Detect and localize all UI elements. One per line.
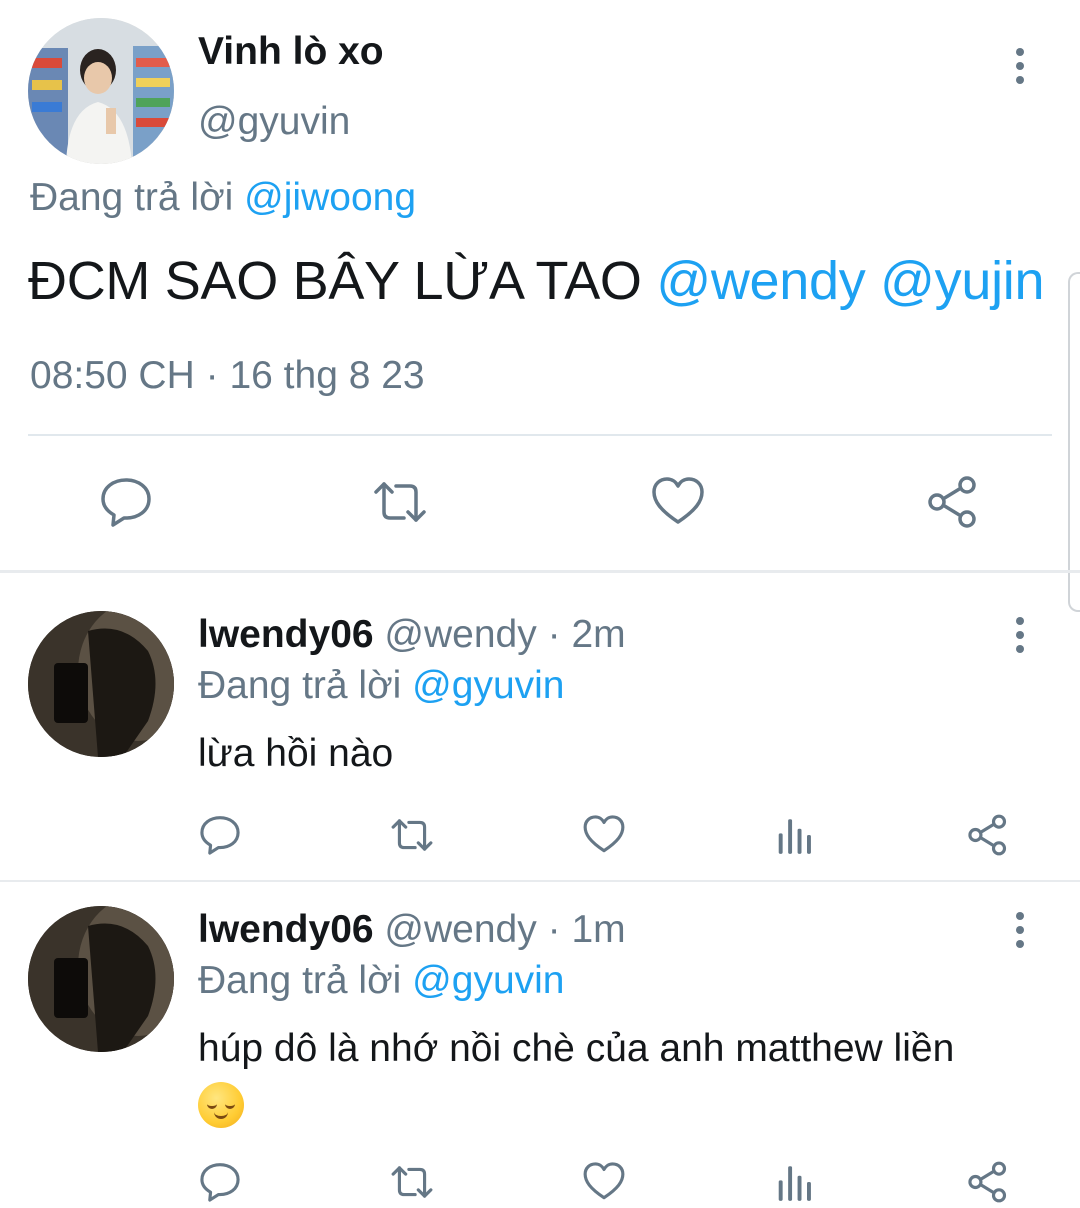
reply-header: lwendy06 @wendy · 2m (198, 613, 626, 657)
avatar[interactable] (28, 906, 174, 1052)
handle[interactable]: @wendy (384, 908, 536, 951)
replying-label: Đang trả lời (198, 664, 402, 707)
mention-link[interactable]: @yujin (880, 251, 1044, 311)
reply-body: húp dô là nhớ nồi chè của anh matthew li… (198, 1027, 955, 1070)
tweet-thread-screen: Vinh lò xo @gyuvin Đang trả lời @jiwoong… (0, 0, 1080, 1208)
like-icon[interactable] (582, 1160, 626, 1204)
tweet-date: 16 thg 8 23 (229, 354, 425, 397)
analytics-icon[interactable] (774, 813, 818, 857)
share-icon[interactable] (966, 1160, 1010, 1204)
tweet-text: ĐCM SAO BÂY LỪA TAO @wendy @yujin (28, 250, 1045, 312)
more-vertical-icon[interactable] (1000, 910, 1040, 950)
reply-icon[interactable] (198, 813, 242, 857)
replying-mention[interactable]: @gyuvin (412, 959, 564, 1002)
replying-to: Đang trả lời @jiwoong (30, 176, 416, 220)
meta-separator: · (547, 613, 561, 656)
reply-time: 2m (571, 613, 626, 656)
reply-tweet[interactable]: lwendy06 @wendy · 2m Đang trả lời @gyuvi… (0, 573, 1080, 881)
more-vertical-icon[interactable] (1000, 46, 1040, 86)
main-tweet: Vinh lò xo @gyuvin Đang trả lời @jiwoong… (0, 0, 1080, 570)
display-name[interactable]: lwendy06 (198, 613, 374, 656)
display-name[interactable]: lwendy06 (198, 908, 374, 951)
reply-text: lừa hồi nào (198, 732, 394, 775)
display-name[interactable]: Vinh lò xo (198, 30, 384, 74)
retweet-icon[interactable] (390, 813, 434, 857)
reply-tweet[interactable]: lwendy06 @wendy · 1m Đang trả lời @gyuvi… (0, 882, 1080, 1208)
retweet-icon[interactable] (390, 1160, 434, 1204)
avatar-photo (28, 906, 174, 1052)
share-icon[interactable] (966, 813, 1010, 857)
divider (28, 434, 1052, 436)
replying-mention[interactable]: @gyuvin (412, 664, 564, 707)
replying-to: Đang trả lời @gyuvin (198, 664, 565, 708)
replying-mention[interactable]: @jiwoong (244, 176, 416, 219)
avatar[interactable] (28, 611, 174, 757)
avatar-photo (28, 611, 174, 757)
handle[interactable]: @wendy (384, 613, 536, 656)
tweet-body: ĐCM SAO BÂY LỪA TAO (28, 251, 642, 311)
meta-separator: · (205, 354, 219, 397)
meta-separator: · (547, 908, 561, 951)
reply-time: 1m (571, 908, 626, 951)
analytics-icon[interactable] (774, 1160, 818, 1204)
tweet-time: 08:50 CH (30, 354, 195, 397)
replying-to: Đang trả lời @gyuvin (198, 959, 565, 1003)
share-icon[interactable] (925, 474, 981, 530)
replying-label: Đang trả lời (198, 959, 402, 1002)
handle[interactable]: @gyuvin (198, 100, 350, 144)
avatar[interactable] (28, 18, 174, 164)
reply-icon[interactable] (98, 474, 154, 530)
reply-text: húp dô là nhớ nồi chè của anh matthew li… (198, 1022, 1058, 1130)
like-icon[interactable] (650, 474, 706, 530)
relieved-face-emoji (198, 1081, 244, 1128)
replying-label: Đang trả lời (30, 176, 234, 219)
avatar-photo (28, 18, 174, 164)
more-vertical-icon[interactable] (1000, 615, 1040, 655)
timestamp: 08:50 CH · 16 thg 8 23 (30, 354, 425, 398)
reply-header: lwendy06 @wendy · 1m (198, 908, 626, 952)
reply-icon[interactable] (198, 1160, 242, 1204)
retweet-icon[interactable] (372, 474, 428, 530)
like-icon[interactable] (582, 813, 626, 857)
mention-link[interactable]: @wendy (656, 251, 865, 311)
